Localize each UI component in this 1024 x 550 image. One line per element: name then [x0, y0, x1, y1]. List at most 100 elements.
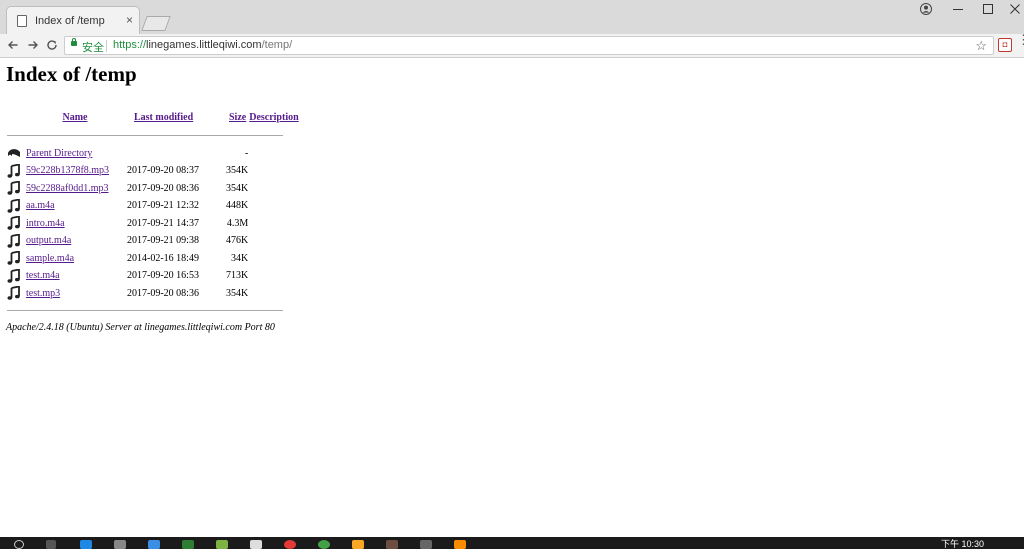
header-divider	[6, 127, 302, 145]
clock-ampm: 下午	[940, 539, 959, 549]
description-cell	[249, 285, 301, 303]
table-row: output.m4a 2017-09-21 09:38 476K	[6, 232, 302, 250]
new-tab-button[interactable]	[141, 16, 171, 31]
name-column-header: Name	[25, 107, 126, 127]
description-column-header: Description	[249, 107, 301, 127]
music-file-icon	[6, 215, 25, 233]
size-column-header: Size	[221, 107, 249, 127]
forward-button[interactable]	[24, 37, 42, 55]
page-content: Index of /temp Name Last modified Size D…	[6, 62, 302, 333]
sort-by-size-link[interactable]: Size	[229, 112, 246, 123]
windows-taskbar: 下午 10:30	[0, 537, 1024, 549]
line-icon[interactable]	[318, 540, 330, 549]
profile-icon[interactable]	[911, 3, 941, 18]
app-icon[interactable]	[420, 540, 432, 549]
description-cell	[249, 232, 301, 250]
tab-title: Index of /temp	[35, 15, 105, 27]
file-link[interactable]: 59c228b1378f8.mp3	[26, 165, 109, 176]
address-divider	[106, 40, 107, 52]
size-cell: 34K	[230, 252, 249, 264]
file-link[interactable]: aa.m4a	[26, 200, 55, 211]
back-button[interactable]	[4, 37, 22, 55]
name-cell: sample.m4a	[25, 250, 126, 268]
app-icon[interactable]	[386, 540, 398, 549]
address-bar[interactable]: 安全 https://linegames.littleqiwi.com/temp…	[64, 36, 994, 55]
table-row: sample.m4a 2014-02-16 18:49 34K	[6, 250, 302, 268]
lock-icon	[71, 38, 77, 46]
size-cell: 4.3M	[226, 217, 249, 229]
back-arrow-icon	[6, 145, 25, 163]
table-header-row: Name Last modified Size Description	[6, 107, 302, 127]
music-file-icon	[6, 267, 25, 285]
app-icon[interactable]	[182, 540, 194, 549]
music-file-icon	[6, 250, 25, 268]
chrome-icon[interactable]	[284, 540, 296, 549]
name-cell: test.mp3	[25, 285, 126, 303]
secure-label: 安全	[82, 42, 104, 54]
name-cell: output.m4a	[25, 232, 126, 250]
store-icon[interactable]	[114, 540, 126, 549]
app-icon[interactable]	[250, 540, 262, 549]
minimize-icon[interactable]	[943, 3, 973, 18]
tab-close-icon[interactable]: ×	[126, 13, 133, 27]
extension-icon[interactable]: ◘	[998, 38, 1012, 52]
file-link[interactable]: output.m4a	[26, 235, 71, 246]
sort-by-description-link[interactable]: Description	[249, 112, 298, 123]
reload-button[interactable]	[43, 37, 61, 55]
server-signature: Apache/2.4.18 (Ubuntu) Server at linegam…	[6, 321, 275, 333]
name-cell: 59c2288af0dd1.mp3	[25, 180, 126, 198]
music-file-icon	[6, 197, 25, 215]
footer-divider	[6, 302, 302, 320]
modified-cell: 2017-09-21 09:38	[127, 235, 199, 247]
page-icon	[17, 15, 27, 27]
task-view-icon[interactable]	[46, 540, 56, 549]
file-link[interactable]: test.mp3	[26, 288, 60, 299]
sort-by-name-link[interactable]: Name	[63, 112, 88, 123]
chrome-menu-icon[interactable]: ⋮	[1017, 33, 1024, 46]
file-link[interactable]: sample.m4a	[26, 253, 74, 264]
size-cell: 448K	[225, 200, 249, 212]
taskbar-clock[interactable]: 下午 10:30	[941, 537, 984, 550]
modified-cell: 2017-09-20 08:36	[127, 287, 199, 299]
modified-cell: 2017-09-21 12:32	[127, 200, 199, 212]
modified-cell: 2017-09-20 08:37	[127, 165, 199, 177]
description-cell	[249, 180, 301, 198]
file-link[interactable]: intro.m4a	[26, 218, 65, 229]
bookmark-star-icon[interactable]: ☆	[975, 38, 987, 54]
modified-cell: 2017-09-20 08:36	[127, 182, 199, 194]
size-cell: 354K	[225, 165, 249, 177]
table-row: 59c228b1378f8.mp3 2017-09-20 08:37 354K	[6, 162, 302, 180]
size-cell: 354K	[225, 287, 249, 299]
folder-icon[interactable]	[352, 540, 364, 549]
name-cell: intro.m4a	[25, 215, 126, 233]
app-icon[interactable]	[454, 540, 466, 549]
table-row: Parent Directory -	[6, 145, 302, 163]
page-title: Index of /temp	[6, 62, 137, 86]
browser-toolbar: 安全 https://linegames.littleqiwi.com/temp…	[0, 33, 1024, 58]
browser-title-bar: Index of /temp ×	[0, 0, 1024, 34]
url-host: linegames.littleqiwi.com	[146, 39, 262, 51]
description-cell	[249, 145, 301, 163]
maximize-icon[interactable]	[973, 3, 1003, 18]
edge-icon[interactable]	[80, 540, 92, 549]
table-row: test.m4a 2017-09-20 16:53 713K	[6, 267, 302, 285]
close-window-icon[interactable]	[1000, 3, 1024, 18]
name-cell: aa.m4a	[25, 197, 126, 215]
app-icon[interactable]	[148, 540, 160, 549]
file-link[interactable]: test.m4a	[26, 270, 60, 281]
table-row: intro.m4a 2017-09-21 14:37 4.3M	[6, 215, 302, 233]
description-cell	[249, 267, 301, 285]
name-cell: 59c228b1378f8.mp3	[25, 162, 126, 180]
parent-directory-link[interactable]: Parent Directory	[26, 148, 92, 159]
music-file-icon	[6, 180, 25, 198]
size-cell: 354K	[225, 182, 249, 194]
url-text[interactable]: https://linegames.littleqiwi.com/temp/	[113, 39, 292, 51]
browser-tab[interactable]: Index of /temp ×	[6, 6, 140, 34]
search-icon[interactable]	[14, 540, 24, 549]
modified-cell: 2017-09-20 16:53	[127, 270, 199, 282]
modified-cell: 2017-09-21 14:37	[127, 217, 199, 229]
icon-column-header	[6, 107, 25, 127]
sort-by-date-link[interactable]: Last modified	[134, 112, 193, 123]
app-icon[interactable]	[216, 540, 228, 549]
file-link[interactable]: 59c2288af0dd1.mp3	[26, 183, 109, 194]
